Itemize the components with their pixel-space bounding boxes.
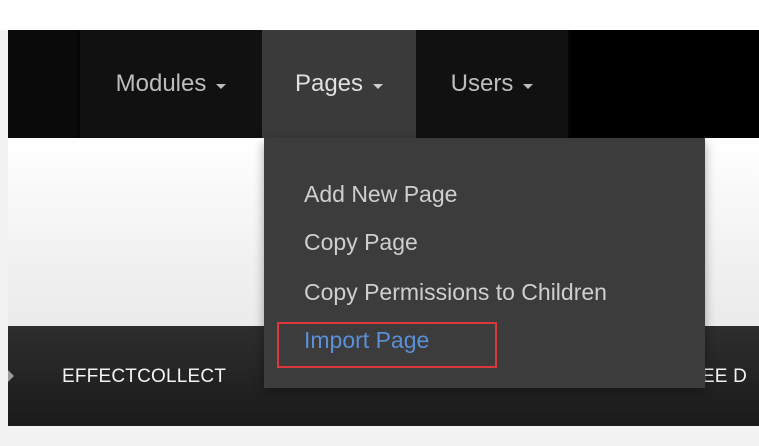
secondary-menu-item[interactable]: EFFECTCOLLECT <box>62 366 226 388</box>
menu-item-copy-permissions[interactable]: Copy Permissions to Children <box>304 279 607 306</box>
nav-item-pages[interactable]: Pages <box>262 30 416 138</box>
bottom-margin <box>0 426 759 446</box>
navbar-left-block <box>8 30 78 138</box>
nav-item-pages-label: Pages <box>294 70 364 97</box>
nav-item-users-label: Users <box>450 70 514 97</box>
nav-item-modules[interactable]: Modules <box>80 30 262 138</box>
highlight-box <box>277 322 497 368</box>
caret-down-icon <box>216 83 227 89</box>
caret-down-icon <box>373 83 384 89</box>
menu-item-copy-page[interactable]: Copy Page <box>304 229 418 256</box>
nav-divider <box>568 30 570 138</box>
top-navbar: Modules Pages Users <box>8 30 759 138</box>
menu-item-add-new-page[interactable]: Add New Page <box>304 181 457 208</box>
top-margin <box>0 0 759 30</box>
caret-down-icon <box>523 83 534 89</box>
arrow-right-icon[interactable] <box>8 370 14 382</box>
page: Modules Pages Users EFFECTCOLLECT REE D … <box>0 0 759 446</box>
nav-item-modules-label: Modules <box>115 70 207 97</box>
nav-item-users[interactable]: Users <box>416 30 568 138</box>
